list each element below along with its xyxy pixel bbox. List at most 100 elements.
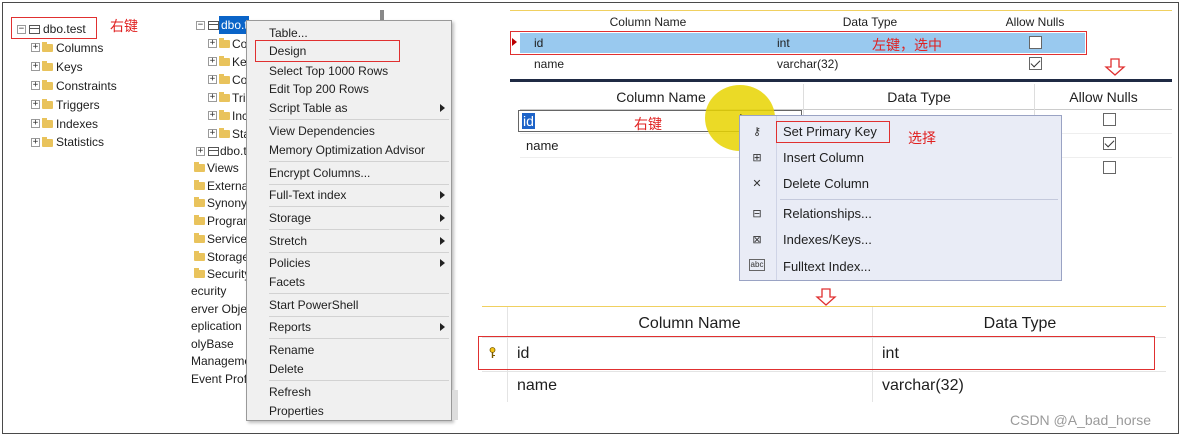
menu-item-fulltext-index[interactable]: Fulltext Index... bbox=[783, 259, 871, 274]
fulltext-index-icon: abc bbox=[749, 259, 765, 271]
tree-node-partial[interactable]: Tri bbox=[232, 89, 246, 107]
menu-separator bbox=[269, 380, 449, 381]
scrollbar-fragment bbox=[452, 390, 458, 420]
tree-node-folder[interactable]: Views bbox=[207, 159, 239, 177]
folder-icon bbox=[42, 80, 53, 90]
menu-item-refresh[interactable]: Refresh bbox=[269, 383, 311, 401]
menu-item-reports[interactable]: Reports bbox=[269, 318, 445, 336]
menu-item-relationships[interactable]: Relationships... bbox=[783, 206, 872, 221]
tree-node-outer[interactable]: erver Objec bbox=[191, 300, 253, 318]
tree-node-folder[interactable]: Synony bbox=[207, 194, 247, 212]
tree-node-partial[interactable]: Ke bbox=[232, 53, 247, 71]
column-header-nulls[interactable]: Allow Nulls bbox=[970, 15, 1100, 29]
menu-item-memory-optimization[interactable]: Memory Optimization Advisor bbox=[269, 141, 425, 159]
menu-item-select-top-1000[interactable]: Select Top 1000 Rows bbox=[269, 62, 388, 80]
header-line bbox=[482, 306, 1166, 307]
expand-icon[interactable]: + bbox=[31, 81, 40, 90]
menu-item-delete[interactable]: Delete bbox=[269, 360, 304, 378]
allow-nulls-checkbox[interactable] bbox=[1103, 113, 1116, 126]
folder-icon bbox=[219, 128, 230, 138]
tree-node-outer[interactable]: Event Profi bbox=[191, 370, 250, 388]
tree-node-keys[interactable]: Keys bbox=[56, 58, 83, 76]
expand-icon[interactable]: + bbox=[196, 147, 205, 156]
menu-item-start-powershell[interactable]: Start PowerShell bbox=[269, 296, 358, 314]
column-header-name[interactable]: Column Name bbox=[508, 315, 871, 333]
menu-separator bbox=[780, 199, 1058, 200]
tree-node-indexes[interactable]: Indexes bbox=[56, 115, 98, 133]
expand-icon[interactable]: + bbox=[208, 57, 217, 66]
expand-icon[interactable]: + bbox=[208, 75, 217, 84]
collapse-icon[interactable]: − bbox=[196, 21, 205, 30]
expand-icon[interactable]: + bbox=[208, 93, 217, 102]
expand-icon[interactable]: + bbox=[208, 39, 217, 48]
menu-item-insert-column[interactable]: Insert Column bbox=[783, 150, 864, 165]
menu-item-indexes-keys[interactable]: Indexes/Keys... bbox=[783, 232, 872, 247]
tree-node-folder[interactable]: Security bbox=[207, 265, 250, 283]
column-header-name[interactable]: Column Name bbox=[523, 15, 773, 29]
folder-icon bbox=[194, 162, 205, 172]
menu-label: Policies bbox=[269, 256, 311, 270]
annotation-right-click-2: 右键 bbox=[634, 116, 662, 132]
expand-icon[interactable]: + bbox=[31, 138, 40, 147]
tree-node-outer[interactable]: ecurity bbox=[191, 282, 226, 300]
column-header-nulls[interactable]: Allow Nulls bbox=[1035, 89, 1172, 105]
indexes-keys-icon: ⊠ bbox=[752, 234, 762, 246]
cell-data-type[interactable]: varchar(32) bbox=[882, 377, 964, 395]
expand-icon[interactable]: + bbox=[208, 111, 217, 120]
tree-node-folder[interactable]: Storage bbox=[207, 248, 249, 266]
cell-column-name[interactable]: name bbox=[534, 57, 564, 71]
tree-node-columns[interactable]: Columns bbox=[56, 39, 103, 57]
expand-icon[interactable]: + bbox=[208, 129, 217, 138]
header-line bbox=[510, 10, 1172, 11]
menu-item-encrypt-columns[interactable]: Encrypt Columns... bbox=[269, 164, 370, 182]
cell-column-name[interactable]: name bbox=[517, 377, 557, 395]
allow-nulls-checkbox[interactable] bbox=[1103, 161, 1116, 174]
folder-icon bbox=[42, 42, 53, 52]
menu-separator bbox=[269, 252, 449, 253]
column-header-type[interactable]: Data Type bbox=[775, 15, 965, 29]
menu-item-facets[interactable]: Facets bbox=[269, 273, 305, 291]
menu-label: Script Table as bbox=[269, 101, 348, 115]
submenu-arrow-icon bbox=[440, 259, 445, 267]
menu-item-fulltext-index[interactable]: Full-Text index bbox=[269, 186, 445, 204]
submenu-arrow-icon bbox=[440, 237, 445, 245]
menu-separator bbox=[269, 293, 449, 294]
menu-item-edit-top-200[interactable]: Edit Top 200 Rows bbox=[269, 80, 369, 98]
column-header-type[interactable]: Data Type bbox=[804, 89, 1034, 105]
tree-node-table[interactable]: dbo.t bbox=[220, 142, 247, 160]
tree-node-outer[interactable]: eplication bbox=[191, 317, 242, 335]
menu-item-stretch[interactable]: Stretch bbox=[269, 232, 445, 250]
menu-item-view-dependencies[interactable]: View Dependencies bbox=[269, 122, 375, 140]
tree-node-folder[interactable]: External bbox=[207, 177, 251, 195]
submenu-arrow-icon bbox=[440, 323, 445, 331]
menu-item-policies[interactable]: Policies bbox=[269, 254, 445, 272]
folder-icon bbox=[194, 251, 205, 261]
expand-icon[interactable]: + bbox=[31, 100, 40, 109]
tree-node-folder[interactable]: Service bbox=[207, 230, 247, 248]
tree-node-selected-table[interactable]: dbo.t bbox=[219, 16, 249, 34]
tree-node-constraints[interactable]: Constraints bbox=[56, 77, 117, 95]
folder-icon bbox=[219, 74, 230, 84]
column-header-type[interactable]: Data Type bbox=[873, 315, 1167, 333]
expand-icon[interactable]: + bbox=[31, 119, 40, 128]
menu-item-rename[interactable]: Rename bbox=[269, 341, 314, 359]
expand-icon[interactable]: + bbox=[31, 62, 40, 71]
tree-node-triggers[interactable]: Triggers bbox=[56, 96, 100, 114]
allow-nulls-checkbox-checked[interactable] bbox=[1029, 57, 1042, 70]
allow-nulls-checkbox-checked[interactable] bbox=[1103, 137, 1116, 150]
menu-item-storage[interactable]: Storage bbox=[269, 209, 445, 227]
menu-item-properties[interactable]: Properties bbox=[269, 402, 324, 420]
tree-node-outer[interactable]: olyBase bbox=[191, 335, 234, 353]
menu-item-script-table[interactable]: Script Table as bbox=[269, 99, 445, 117]
insert-column-icon: ⊞ bbox=[752, 152, 762, 164]
expand-icon[interactable]: + bbox=[31, 43, 40, 52]
cell-column-name-selected[interactable]: id bbox=[522, 113, 535, 129]
submenu-arrow-icon bbox=[440, 191, 445, 199]
menu-item-delete-column[interactable]: Delete Column bbox=[783, 176, 869, 191]
tree-node-statistics[interactable]: Statistics bbox=[56, 133, 104, 151]
highlight-box bbox=[478, 336, 1155, 370]
cell-column-name[interactable]: name bbox=[526, 138, 559, 153]
cell-data-type[interactable]: varchar(32) bbox=[777, 57, 838, 71]
menu-label: Reports bbox=[269, 320, 312, 334]
menu-separator bbox=[269, 119, 449, 120]
